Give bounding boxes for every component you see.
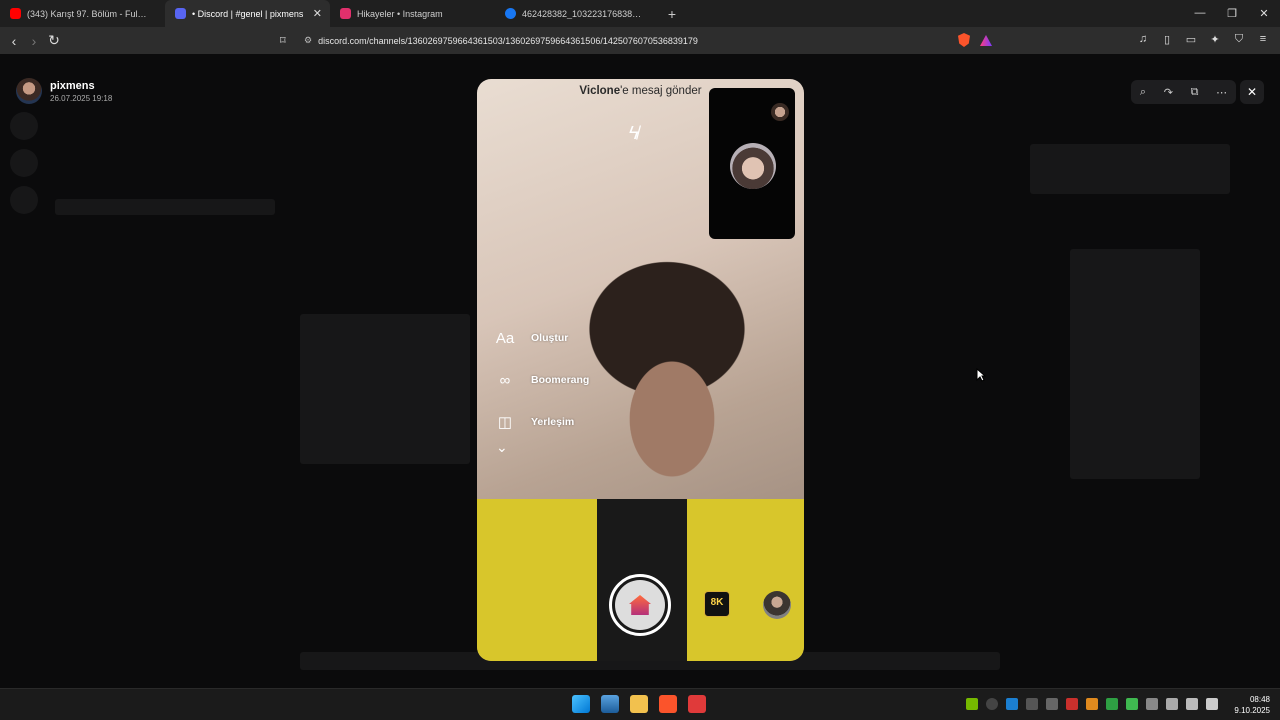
- tab-discord[interactable]: • Discord | #genel | pixmens ✕: [165, 0, 330, 27]
- reload-icon[interactable]: ↻: [44, 32, 64, 49]
- url-text: discord.com/channels/1360269759664361503…: [318, 35, 698, 46]
- instagram-icon: [340, 8, 351, 19]
- cursor-icon: [976, 368, 986, 382]
- new-tab-button[interactable]: +: [660, 6, 684, 22]
- tray-icon[interactable]: [1046, 698, 1058, 710]
- server-icon: [10, 112, 38, 140]
- tray-icon[interactable]: [986, 698, 998, 710]
- discord-icon: [175, 8, 186, 19]
- wallet-icon[interactable]: ▭: [1184, 33, 1198, 47]
- facebook-icon: [505, 8, 516, 19]
- more-icon[interactable]: ⋯: [1216, 86, 1227, 99]
- site-info-icon[interactable]: ⚙: [304, 35, 312, 46]
- vpn-icon[interactable]: ⛉: [1232, 33, 1246, 47]
- upload-date: 26.07.2025 19:18: [50, 93, 113, 103]
- tab-instagram[interactable]: Hikayeler • Instagram: [330, 0, 495, 27]
- pip-face: [730, 143, 776, 189]
- 8k-badge-icon: 8K: [704, 591, 730, 617]
- pip-video: [709, 88, 795, 239]
- url-field[interactable]: ⌑ ⚙ discord.com/channels/136026975966436…: [280, 30, 1000, 51]
- start-icon[interactable]: [572, 695, 590, 713]
- pip-mini-avatar: [771, 103, 789, 121]
- battery-icon[interactable]: [1206, 698, 1218, 710]
- close-icon[interactable]: ✕: [1240, 80, 1264, 104]
- flash-off-icon: ϟ̸: [629, 123, 639, 143]
- minimize-icon[interactable]: —: [1184, 7, 1216, 20]
- side-image: [1070, 249, 1200, 479]
- text-icon: Aa: [495, 329, 515, 347]
- forward-share-icon[interactable]: ↷: [1164, 86, 1173, 99]
- bookmark-icon[interactable]: ⌑: [280, 34, 294, 47]
- tray-icon[interactable]: [1126, 698, 1138, 710]
- leo-icon[interactable]: ✦: [1208, 33, 1222, 47]
- message-image: [300, 314, 470, 464]
- tab-title: • Discord | #genel | pixmens: [192, 8, 304, 19]
- tab-title: Hikayeler • Instagram: [357, 8, 443, 19]
- taskbar: 08:48 9.10.2025: [0, 688, 1280, 720]
- tray-icon[interactable]: [1106, 698, 1118, 710]
- tray-icon[interactable]: [1066, 698, 1078, 710]
- avatar: [16, 78, 42, 104]
- server-icon: [10, 149, 38, 177]
- story-menu: Aa Oluştur ∞ Boomerang ◫ Yerleşim: [493, 317, 590, 443]
- shutter-button: [609, 574, 671, 636]
- restore-icon[interactable]: ❐: [1216, 7, 1248, 20]
- close-window-icon[interactable]: ✕: [1248, 7, 1280, 20]
- volume-icon[interactable]: [1186, 698, 1198, 710]
- steam-icon[interactable]: [1006, 698, 1018, 710]
- menu-item-layout: ◫ Yerleşim: [493, 401, 589, 443]
- menu-item-boomerang: ∞ Boomerang: [493, 359, 590, 401]
- channel-item: [55, 199, 275, 215]
- tab-youtube[interactable]: (343) Karışt 97. Bölüm - Full Bölüm -: [0, 0, 165, 27]
- infinity-icon: ∞: [499, 371, 511, 389]
- window-controls: — ❐ ✕: [1184, 7, 1280, 20]
- tab-facebook[interactable]: 462428382_1032231768384661_346: [495, 0, 660, 27]
- menu-item-create: Aa Oluştur: [493, 317, 589, 359]
- taskbar-apps: [572, 695, 706, 713]
- story-image: Viclone'e mesaj gönder ϟ̸ Aa Oluştur ∞ B…: [477, 79, 804, 661]
- network-icon[interactable]: [1166, 698, 1178, 710]
- menu-icon[interactable]: ≡: [1256, 33, 1270, 47]
- gallery-thumbnail: [763, 591, 791, 619]
- youtube-icon: [10, 8, 21, 19]
- open-external-icon[interactable]: ⧉: [1191, 86, 1199, 99]
- forward-icon[interactable]: ›: [24, 33, 44, 49]
- chevron-down-icon: ⌄: [496, 439, 508, 455]
- close-tab-icon[interactable]: ✕: [313, 7, 322, 20]
- address-bar: ‹ › ↻ ⌑ ⚙ discord.com/channels/136026975…: [0, 27, 1280, 54]
- mic-icon[interactable]: [1146, 698, 1158, 710]
- uploader-name: pixmens: [50, 79, 95, 92]
- file-explorer-icon[interactable]: [630, 695, 648, 713]
- brave-icon[interactable]: [659, 695, 677, 713]
- system-tray: [966, 698, 1218, 710]
- tab-title: 462428382_1032231768384661_346: [522, 8, 642, 19]
- tray-icon[interactable]: [1086, 698, 1098, 710]
- lightbox-toolbar: ⌕ ↷ ⧉ ⋯: [1131, 80, 1236, 104]
- widgets-icon[interactable]: [601, 695, 619, 713]
- server-icon: [10, 186, 38, 214]
- tab-bar: (343) Karışt 97. Bölüm - Full Bölüm - • …: [0, 0, 1280, 27]
- zoom-icon[interactable]: ⌕: [1140, 86, 1146, 99]
- media-icon[interactable]: ♫: [1136, 33, 1150, 47]
- member-panel: [1030, 144, 1230, 194]
- clock-date: 9.10.2025: [1234, 706, 1270, 715]
- clock[interactable]: 08:48 9.10.2025: [1234, 694, 1270, 716]
- layout-icon: ◫: [497, 414, 513, 431]
- tab-title: (343) Karışt 97. Bölüm - Full Bölüm -: [27, 8, 147, 19]
- sidebar-icon[interactable]: ▯: [1160, 33, 1174, 47]
- app-icon[interactable]: [688, 695, 706, 713]
- clock-time: 08:48: [1249, 695, 1270, 704]
- toolbar-right: ♫ ▯ ▭ ✦ ⛉ ≡: [1136, 33, 1270, 47]
- uploader-info: pixmens 26.07.2025 19:18: [16, 78, 112, 104]
- tray-icon[interactable]: [1026, 698, 1038, 710]
- home-icon: [629, 595, 651, 615]
- nvidia-icon[interactable]: [966, 698, 978, 710]
- back-icon[interactable]: ‹: [4, 33, 24, 49]
